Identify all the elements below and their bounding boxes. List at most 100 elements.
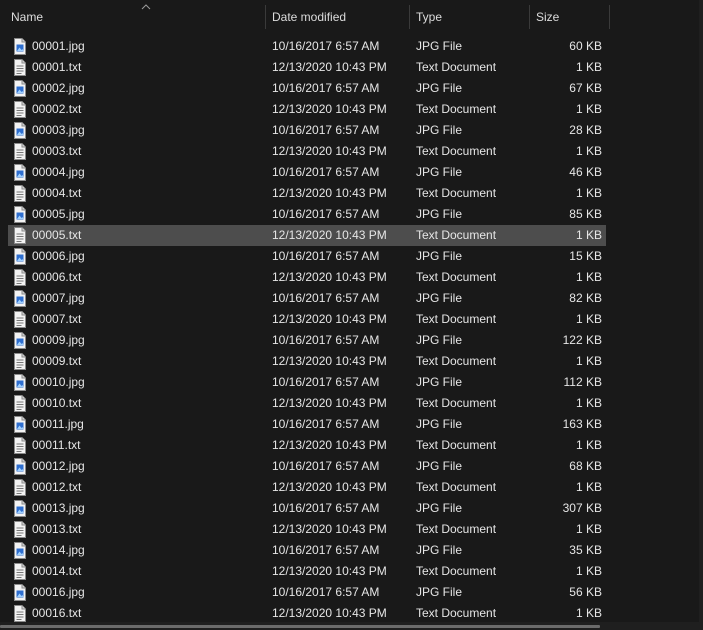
file-row[interactable]: 00004.txt 12/13/2020 10:43 PM Text Documen… — [8, 183, 606, 204]
file-name: 00006.jpg — [32, 249, 85, 263]
image-file-icon — [13, 584, 27, 601]
file-row[interactable]: 00010.txt 12/13/2020 10:43 PM Text Documen… — [8, 393, 606, 414]
file-row[interactable]: 00013.jpg 10/16/2017 6:57 AM JPG File 307 K… — [8, 498, 606, 519]
image-file-icon — [13, 416, 27, 433]
file-row[interactable]: 00012.txt 12/13/2020 10:43 PM Text Documen… — [8, 477, 606, 498]
file-row[interactable]: 00009.jpg 10/16/2017 6:57 AM JPG File 122 K… — [8, 330, 606, 351]
file-size: 56 KB — [569, 585, 602, 599]
file-row[interactable]: 00013.txt 12/13/2020 10:43 PM Text Documen… — [8, 519, 606, 540]
file-date-modified: 10/16/2017 6:57 AM — [272, 333, 380, 347]
text-file-icon — [13, 521, 27, 538]
file-size: 1 KB — [575, 312, 602, 326]
file-size: 35 KB — [569, 543, 602, 557]
file-row[interactable]: 00011.jpg 10/16/2017 6:57 AM JPG File 163 K… — [8, 414, 606, 435]
column-divider-date[interactable] — [409, 5, 410, 29]
file-row[interactable]: 00014.jpg 10/16/2017 6:57 AM JPG File 35 KB — [8, 540, 606, 561]
file-date-modified: 12/13/2020 10:43 PM — [272, 522, 387, 536]
file-row[interactable]: 00010.jpg 10/16/2017 6:57 AM JPG File 112 K… — [8, 372, 606, 393]
file-date-modified: 12/13/2020 10:43 PM — [272, 564, 387, 578]
file-date-modified: 10/16/2017 6:57 AM — [272, 39, 380, 53]
column-header-date-label: Date modified — [272, 10, 347, 24]
column-divider-name[interactable] — [265, 5, 266, 29]
column-header-size[interactable]: Size — [536, 4, 608, 30]
file-row[interactable]: 00004.jpg 10/16/2017 6:57 AM JPG File 46 KB — [8, 162, 606, 183]
file-date-modified: 12/13/2020 10:43 PM — [272, 144, 387, 158]
file-date-modified: 10/16/2017 6:57 AM — [272, 459, 380, 473]
image-file-icon — [13, 164, 27, 181]
vertical-scrollbar[interactable] — [699, 0, 703, 622]
file-type: Text Document — [416, 144, 497, 158]
file-size: 46 KB — [569, 165, 602, 179]
file-date-modified: 12/13/2020 10:43 PM — [272, 606, 387, 620]
file-row[interactable]: 00007.jpg 10/16/2017 6:57 AM JPG File 82 KB — [8, 288, 606, 309]
text-file-icon — [13, 59, 27, 76]
file-row[interactable]: 00001.txt 12/13/2020 10:43 PM Text Documen… — [8, 57, 606, 78]
file-size: 1 KB — [575, 60, 602, 74]
file-date-modified: 12/13/2020 10:43 PM — [272, 60, 387, 74]
file-size: 1 KB — [575, 270, 602, 284]
file-size: 163 KB — [562, 417, 602, 431]
file-row[interactable]: 00002.jpg 10/16/2017 6:57 AM JPG File 67 KB — [8, 78, 606, 99]
horizontal-scrollbar-thumb[interactable] — [0, 625, 600, 628]
file-type: JPG File — [416, 207, 463, 221]
column-header-name[interactable]: Name — [11, 4, 265, 30]
file-name: 00016.jpg — [32, 585, 85, 599]
file-date-modified: 10/16/2017 6:57 AM — [272, 123, 380, 137]
file-type: JPG File — [416, 123, 463, 137]
file-date-modified: 10/16/2017 6:57 AM — [272, 501, 380, 515]
column-header-type[interactable]: Type — [416, 4, 528, 30]
file-row[interactable]: 00007.txt 12/13/2020 10:43 PM Text Documen… — [8, 309, 606, 330]
file-date-modified: 10/16/2017 6:57 AM — [272, 165, 380, 179]
file-row[interactable]: 00012.jpg 10/16/2017 6:57 AM JPG File 68 KB — [8, 456, 606, 477]
file-name: 00012.jpg — [32, 459, 85, 473]
file-name: 00003.jpg — [32, 123, 85, 137]
image-file-icon — [13, 122, 27, 139]
file-row[interactable]: 00005.txt 12/13/2020 10:43 PM Text Documen… — [8, 225, 606, 246]
file-size: 307 KB — [562, 501, 602, 515]
file-type: Text Document — [416, 438, 497, 452]
file-name: 00009.txt — [32, 354, 82, 368]
file-date-modified: 12/13/2020 10:43 PM — [272, 270, 387, 284]
file-row[interactable]: 00011.txt 12/13/2020 10:43 PM Text Documen… — [8, 435, 606, 456]
text-file-icon — [13, 185, 27, 202]
file-name: 00009.jpg — [32, 333, 85, 347]
file-name: 00001.jpg — [32, 39, 85, 53]
file-size: 1 KB — [575, 438, 602, 452]
file-row[interactable]: 00006.txt 12/13/2020 10:43 PM Text Documen… — [8, 267, 606, 288]
file-row[interactable]: 00009.txt 12/13/2020 10:43 PM Text Documen… — [8, 351, 606, 372]
horizontal-scrollbar[interactable] — [0, 622, 703, 630]
text-file-icon — [13, 101, 27, 118]
file-date-modified: 12/13/2020 10:43 PM — [272, 186, 387, 200]
file-size: 112 KB — [563, 375, 602, 389]
file-type: JPG File — [416, 417, 463, 431]
file-row[interactable]: 00014.txt 12/13/2020 10:43 PM Text Documen… — [8, 561, 606, 582]
file-date-modified: 10/16/2017 6:57 AM — [272, 207, 380, 221]
file-name: 00016.txt — [32, 606, 82, 620]
file-row[interactable]: 00003.jpg 10/16/2017 6:57 AM JPG File 28 KB — [8, 120, 606, 141]
text-file-icon — [13, 143, 27, 160]
file-name: 00014.jpg — [32, 543, 85, 557]
file-row[interactable]: 00005.jpg 10/16/2017 6:57 AM JPG File 85 KB — [8, 204, 606, 225]
file-size: 1 KB — [575, 144, 602, 158]
column-header-date[interactable]: Date modified — [272, 4, 408, 30]
file-row[interactable]: 00003.txt 12/13/2020 10:43 PM Text Documen… — [8, 141, 606, 162]
column-divider-type[interactable] — [529, 5, 530, 29]
file-size: 1 KB — [575, 354, 602, 368]
file-row[interactable]: 00016.jpg 10/16/2017 6:57 AM JPG File 56 KB — [8, 582, 606, 603]
file-row[interactable]: 00006.jpg 10/16/2017 6:57 AM JPG File 15 KB — [8, 246, 606, 267]
file-date-modified: 10/16/2017 6:57 AM — [272, 249, 380, 263]
file-date-modified: 12/13/2020 10:43 PM — [272, 396, 387, 410]
column-divider-size[interactable] — [609, 5, 610, 29]
file-date-modified: 10/16/2017 6:57 AM — [272, 375, 380, 389]
file-row[interactable]: 00002.txt 12/13/2020 10:43 PM Text Documen… — [8, 99, 606, 120]
file-type: Text Document — [416, 186, 497, 200]
file-type: JPG File — [416, 459, 463, 473]
file-name: 00013.jpg — [32, 501, 85, 515]
file-row[interactable]: 00001.jpg 10/16/2017 6:57 AM JPG File 60 KB — [8, 36, 606, 57]
image-file-icon — [13, 38, 27, 55]
image-file-icon — [13, 542, 27, 559]
text-file-icon — [13, 311, 27, 328]
file-type: JPG File — [416, 39, 463, 53]
file-name: 00003.txt — [32, 144, 82, 158]
file-row[interactable]: 00016.txt 12/13/2020 10:43 PM Text Documen… — [8, 603, 606, 624]
